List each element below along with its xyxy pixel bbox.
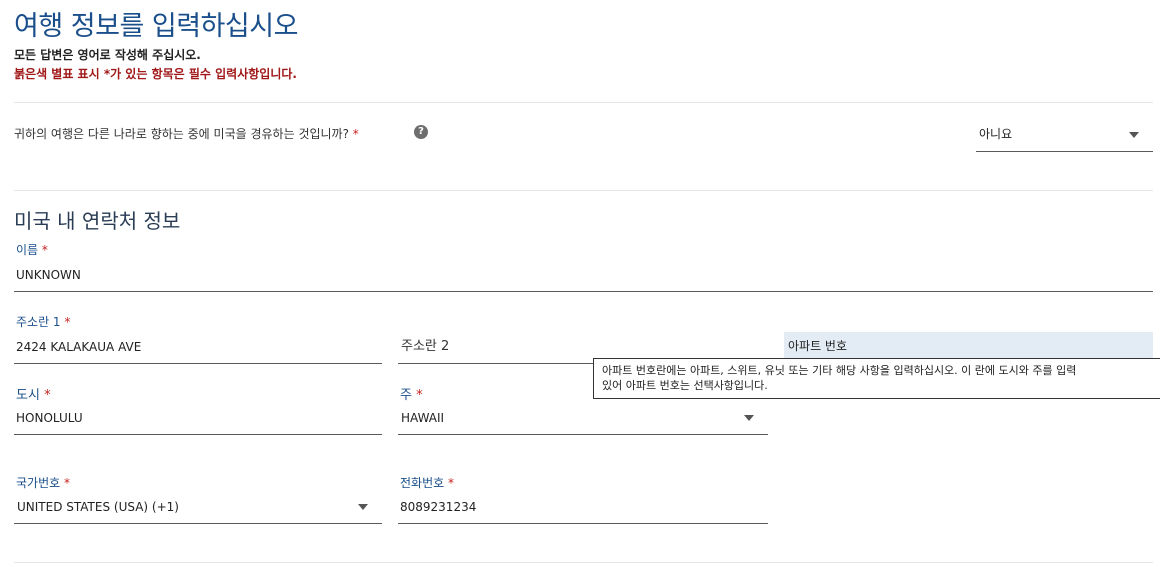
apartment-input[interactable]: 아파트 번호 <box>784 332 1153 358</box>
transit-question: 귀하의 여행은 다른 나라로 향하는 중에 미국을 경유하는 것입니까? * <box>14 125 359 142</box>
divider <box>14 562 1153 563</box>
required-notice: 붉은색 별표 표시 *가 있는 항목은 필수 입력사항입니다. <box>14 67 297 81</box>
required-mark: * <box>64 315 71 329</box>
chevron-down-icon <box>744 415 754 421</box>
required-mark: * <box>64 476 70 490</box>
chevron-down-icon <box>358 504 368 510</box>
country-code-value: UNITED STATES (USA) (+1) <box>17 500 179 514</box>
tooltip-line-2: 있어 아파트 번호는 선택사항입니다. <box>602 379 768 392</box>
apartment-tooltip: 아파트 번호란에는 아파트, 스위트, 유닛 또는 기타 해당 사항을 입력하십… <box>593 358 1160 399</box>
phone-value: 8089231234 <box>400 500 477 514</box>
phone-label: 전화번호 * <box>400 474 454 491</box>
address2-placeholder: 주소란 2 <box>401 339 450 354</box>
phone-label-text: 전화번호 <box>400 476 445 490</box>
city-value: HONOLULU <box>16 411 83 425</box>
divider <box>14 190 1153 191</box>
divider <box>14 102 1153 103</box>
state-value: HAWAII <box>401 411 445 425</box>
page-title: 여행 정보를 입력하십시오 <box>14 11 298 42</box>
name-label: 이름 * <box>16 241 48 258</box>
required-mark: * <box>41 243 48 257</box>
transit-select[interactable]: 아니요 <box>976 118 1153 152</box>
address1-value: 2424 KALAKAUA AVE <box>16 340 142 354</box>
help-icon[interactable]: ? <box>414 125 428 139</box>
name-value: UNKNOWN <box>16 268 81 282</box>
name-label-text: 이름 <box>16 243 39 257</box>
country-code-label: 국가번호 * <box>16 474 70 491</box>
required-mark: * <box>448 476 454 490</box>
transit-question-label: 귀하의 여행은 다른 나라로 향하는 중에 미국을 경유하는 것입니까? <box>14 127 349 141</box>
phone-input[interactable]: 8089231234 <box>398 491 768 524</box>
english-notice: 모든 답변은 영어로 작성해 주십시오. <box>14 48 201 62</box>
address1-label: 주소란 1 * <box>16 313 70 330</box>
section-title-us-contact: 미국 내 연락처 정보 <box>14 209 181 233</box>
required-mark: * <box>352 127 359 141</box>
apartment-placeholder: 아파트 번호 <box>788 339 848 353</box>
state-select[interactable]: HAWAII <box>398 401 768 435</box>
tooltip-line-1: 아파트 번호란에는 아파트, 스위트, 유닛 또는 기타 해당 사항을 입력하십… <box>602 364 1077 377</box>
transit-select-value: 아니요 <box>979 127 1013 141</box>
address1-label-text: 주소란 1 <box>16 315 61 329</box>
country-code-select[interactable]: UNITED STATES (USA) (+1) <box>14 491 382 524</box>
address1-input[interactable]: 2424 KALAKAUA AVE <box>14 330 382 364</box>
country-code-label-text: 국가번호 <box>16 476 61 490</box>
name-input[interactable]: UNKNOWN <box>14 258 1153 292</box>
chevron-down-icon <box>1129 132 1139 138</box>
city-input[interactable]: HONOLULU <box>14 401 382 435</box>
